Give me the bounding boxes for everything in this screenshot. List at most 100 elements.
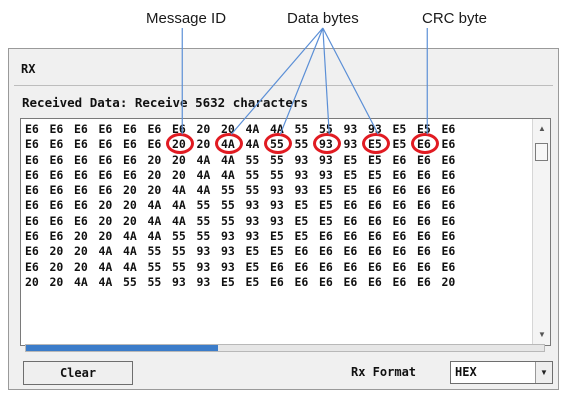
hex-byte: E6 (25, 213, 39, 228)
scroll-up-arrow-icon[interactable]: ▲ (533, 121, 550, 137)
hex-byte-data-byte: 4A (215, 133, 246, 155)
hex-byte-data-byte: 55 (264, 133, 295, 155)
hex-byte: 93 (319, 167, 333, 182)
hex-byte: 55 (245, 152, 260, 167)
hex-byte: E6 (147, 122, 162, 136)
hex-byte: E6 (392, 183, 407, 198)
vertical-scrollbar[interactable]: ▲ ▼ (532, 119, 550, 345)
hex-byte: 4A (123, 244, 137, 259)
hex-byte: E6 (417, 259, 431, 274)
hex-byte: 4A (196, 183, 211, 198)
hex-byte: E6 (343, 229, 358, 244)
hex-byte: E6 (98, 137, 113, 152)
hex-byte: E6 (294, 274, 309, 289)
hex-byte: E5 (245, 259, 260, 274)
hex-byte: 55 (123, 274, 137, 289)
received-data-textarea[interactable]: E6 E6 E6 E6 E6 E6 E6 20 20 4A 4A 55 55 93 93 E5 E5 E6 E6 E6… (20, 118, 551, 346)
hex-byte: 20 (147, 183, 162, 198)
hex-byte: E6 (74, 152, 88, 167)
rx-format-label: Rx Format (351, 365, 417, 379)
hex-byte: E6 (441, 198, 456, 213)
scrollbar-thumb[interactable] (535, 143, 548, 161)
hex-byte: 93 (319, 152, 333, 167)
hex-byte: E6 (392, 213, 407, 228)
received-data-label: Received Data: Receive 5632 characters (22, 95, 308, 110)
hex-byte: E6 (441, 137, 456, 152)
hex-byte: E6 (74, 122, 88, 136)
hex-byte: E5 (343, 183, 358, 198)
hex-byte: E5 (319, 198, 333, 213)
hex-byte: E6 (319, 259, 333, 274)
hex-byte: E6 (392, 274, 407, 289)
hex-byte: 20 (98, 229, 113, 244)
hex-row: E6 E6 20 20 4A 4A 55 55 93 93 E5 E5 E6 E6 E6 E6 E6 E6 (25, 229, 466, 244)
hex-byte: 20 (74, 229, 88, 244)
hex-byte: E6 (441, 167, 456, 182)
divider (14, 85, 553, 86)
hex-byte: 93 (343, 122, 358, 136)
hex-byte: 4A (245, 122, 260, 136)
hex-byte: E5 (343, 167, 358, 182)
hex-byte: 20 (74, 259, 88, 274)
hex-byte: 55 (245, 167, 260, 182)
hex-byte: E5 (319, 213, 333, 228)
hex-byte: E6 (25, 229, 39, 244)
hex-byte: 55 (270, 152, 284, 167)
hex-byte: 93 (196, 274, 211, 289)
hex-byte: 93 (270, 183, 284, 198)
hex-row: E6 20 20 4A 4A 55 55 93 93 E5 E6 E6 E6 E6 E6 E6 E6 E6 (25, 260, 466, 275)
hex-byte: 4A (123, 259, 137, 274)
hex-byte: E6 (441, 122, 456, 136)
chevron-down-icon[interactable]: ▼ (535, 362, 552, 383)
hex-byte: 4A (147, 198, 162, 213)
hex-row: E6 E6 E6 E6 20 20 4A 4A 55 55 93 93 E5 E5 E6 E6 E6 E6 (25, 183, 466, 198)
hex-byte: 93 (196, 259, 211, 274)
hex-byte: E5 (294, 229, 309, 244)
hex-byte: E6 (392, 167, 407, 182)
hex-byte: E6 (343, 213, 358, 228)
hex-byte: 20 (172, 167, 186, 182)
hex-byte: E6 (49, 183, 64, 198)
hex-byte: 93 (196, 244, 211, 259)
receive-progress-bar (25, 344, 545, 352)
hex-byte: E6 (319, 244, 333, 259)
hex-byte: 20 (98, 198, 113, 213)
hex-byte: 4A (147, 213, 162, 228)
hex-byte: 55 (245, 183, 260, 198)
hex-row: E6 E6 E6 E6 E6 20 20 4A 4A 55 55 93 93 E5 E5 E6 E6 E6 (25, 168, 466, 183)
hex-byte: E6 (368, 183, 382, 198)
hex-byte: 93 (245, 213, 260, 228)
hex-byte: 4A (74, 274, 88, 289)
hex-byte: E6 (25, 244, 39, 259)
hex-byte: 55 (270, 167, 284, 182)
hex-byte: E5 (343, 152, 358, 167)
hex-byte: 55 (147, 259, 162, 274)
hex-byte: E6 (98, 183, 113, 198)
scroll-down-arrow-icon[interactable]: ▼ (533, 327, 550, 343)
hex-byte: 20 (25, 274, 39, 289)
hex-byte: E6 (441, 229, 456, 244)
hex-byte: 4A (147, 229, 162, 244)
hex-row: E6 20 20 4A 4A 55 55 93 93 E5 E5 E6 E6 E6 E6 E6 E6 E6 (25, 244, 466, 259)
clear-button[interactable]: Clear (23, 361, 133, 385)
hex-byte: E6 (441, 244, 456, 259)
hex-byte: E6 (417, 229, 431, 244)
hex-byte: E6 (74, 137, 88, 152)
hex-byte: 4A (221, 167, 235, 182)
hex-byte: E6 (343, 259, 358, 274)
hex-byte: 93 (221, 229, 235, 244)
rx-format-select[interactable]: HEX ▼ (450, 361, 553, 384)
hex-byte: 55 (196, 213, 211, 228)
hex-byte: 20 (172, 152, 186, 167)
hex-byte: E6 (49, 198, 64, 213)
hex-byte: E6 (49, 167, 64, 182)
hex-byte: E6 (25, 152, 39, 167)
hex-byte: E6 (123, 167, 137, 182)
hex-byte: E6 (74, 183, 88, 198)
hex-byte: E6 (98, 152, 113, 167)
hex-byte: 93 (172, 274, 186, 289)
hex-row: E6 E6 E6 E6 E6 E6 E6 20 20 4A 4A 55 55 93 93 E5 E5 E6 (25, 122, 466, 137)
hex-byte: E6 (49, 152, 64, 167)
hex-byte: E6 (123, 152, 137, 167)
hex-byte: E6 (25, 198, 39, 213)
